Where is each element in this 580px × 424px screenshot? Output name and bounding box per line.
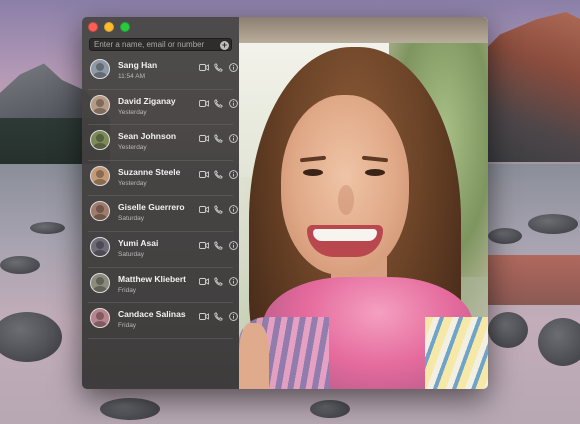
contact-actions [199,98,238,108]
rock [528,214,578,234]
video-roof [239,17,488,43]
rock [488,312,528,348]
video-camera-icon[interactable] [199,99,209,108]
contact-actions [199,241,238,250]
avatar [90,308,110,329]
video-camera-icon[interactable] [199,277,209,286]
rock [0,256,40,274]
contact-name: Candace Salinas [118,309,186,320]
rock [30,222,65,234]
contact-name: Yumi Asai [118,237,159,248]
contact-actions [199,63,238,72]
person-hand [239,323,269,389]
person-shirt [425,317,488,389]
last-call-time: Yesterday [118,179,147,187]
last-call-time: Yesterday [118,108,147,116]
info-icon[interactable] [229,63,238,72]
last-call-time: Friday [118,286,137,294]
info-icon[interactable] [229,241,238,250]
eye [303,169,323,176]
info-icon[interactable] [229,276,238,286]
last-call-time: 11:54 AM [118,73,145,80]
contact-actions [199,276,238,286]
last-call-time: Yesterday [118,144,147,152]
eyebrow [299,155,327,163]
contact-name: Giselle Guerrero [118,202,185,213]
phone-icon[interactable] [214,241,223,250]
avatar [90,59,110,79]
search-field[interactable]: + [89,38,232,51]
phone-icon[interactable] [214,98,223,108]
search-input[interactable] [94,40,219,49]
reflection-right [478,255,580,305]
avatar [90,130,110,151]
smile [307,225,383,257]
eyebrow [361,155,389,163]
teeth [313,229,377,241]
video-preview [239,17,488,389]
eye [365,169,385,176]
video-camera-icon[interactable] [199,241,209,250]
close-button[interactable] [88,22,98,32]
zoom-button[interactable] [120,22,130,32]
avatar [90,94,110,115]
avatar [90,165,110,186]
facetime-window: + Sang Han 11:54 AM David Ziganay Yester… [82,17,488,389]
add-contact-icon[interactable]: + [220,40,229,50]
video-camera-icon[interactable] [199,312,209,321]
video-camera-icon[interactable] [199,63,209,72]
rock [538,318,580,366]
contact-actions [199,205,238,215]
contact-row[interactable]: Sean Johnson Yesterday [88,125,238,161]
last-call-time: Saturday [118,250,145,258]
phone-icon[interactable] [214,312,223,321]
avatar [90,272,110,293]
contact-name: Matthew Kliebert [118,273,187,284]
video-camera-icon[interactable] [199,205,209,214]
contact-row[interactable]: David Ziganay Yesterday [88,90,238,126]
contact-name: Sean Johnson [118,131,177,142]
contact-actions [199,169,238,179]
trees-left [0,118,95,166]
phone-icon[interactable] [214,63,223,72]
rock [310,400,350,418]
avatar [90,201,110,222]
contact-name: Sang Han [118,60,158,70]
contact-name: David Ziganay [118,95,176,106]
person-face [281,95,409,275]
info-icon[interactable] [229,134,238,144]
info-icon[interactable] [229,205,238,215]
video-camera-icon[interactable] [199,170,209,179]
contact-row[interactable]: Giselle Guerrero Saturday [88,196,238,232]
minimize-button[interactable] [104,22,114,32]
window-controls [88,22,130,32]
contact-name: Suzanne Steele [118,166,181,177]
contact-actions [199,312,238,322]
phone-icon[interactable] [214,134,223,143]
rock [100,398,160,420]
contact-row[interactable]: Yumi Asai Saturday [88,232,238,268]
info-icon[interactable] [229,169,238,179]
sidebar: + Sang Han 11:54 AM David Ziganay Yester… [82,17,240,389]
info-icon[interactable] [229,312,238,322]
phone-icon[interactable] [214,276,223,286]
info-icon[interactable] [229,98,238,108]
contact-row[interactable]: Suzanne Steele Yesterday [88,161,238,197]
video-camera-icon[interactable] [199,134,209,143]
phone-icon[interactable] [214,205,223,215]
last-call-time: Friday [118,322,137,330]
last-call-time: Saturday [118,215,145,223]
rock [488,228,522,244]
contact-row[interactable]: Sang Han 11:54 AM [88,54,238,90]
avatar [90,236,110,257]
nose [338,185,354,215]
contact-row[interactable]: Candace Salinas Friday [88,303,238,339]
contact-list: Sang Han 11:54 AM David Ziganay Yesterda… [82,54,239,339]
contact-row[interactable]: Matthew Kliebert Friday [88,268,238,304]
phone-icon[interactable] [214,169,223,179]
contact-actions [199,134,238,144]
